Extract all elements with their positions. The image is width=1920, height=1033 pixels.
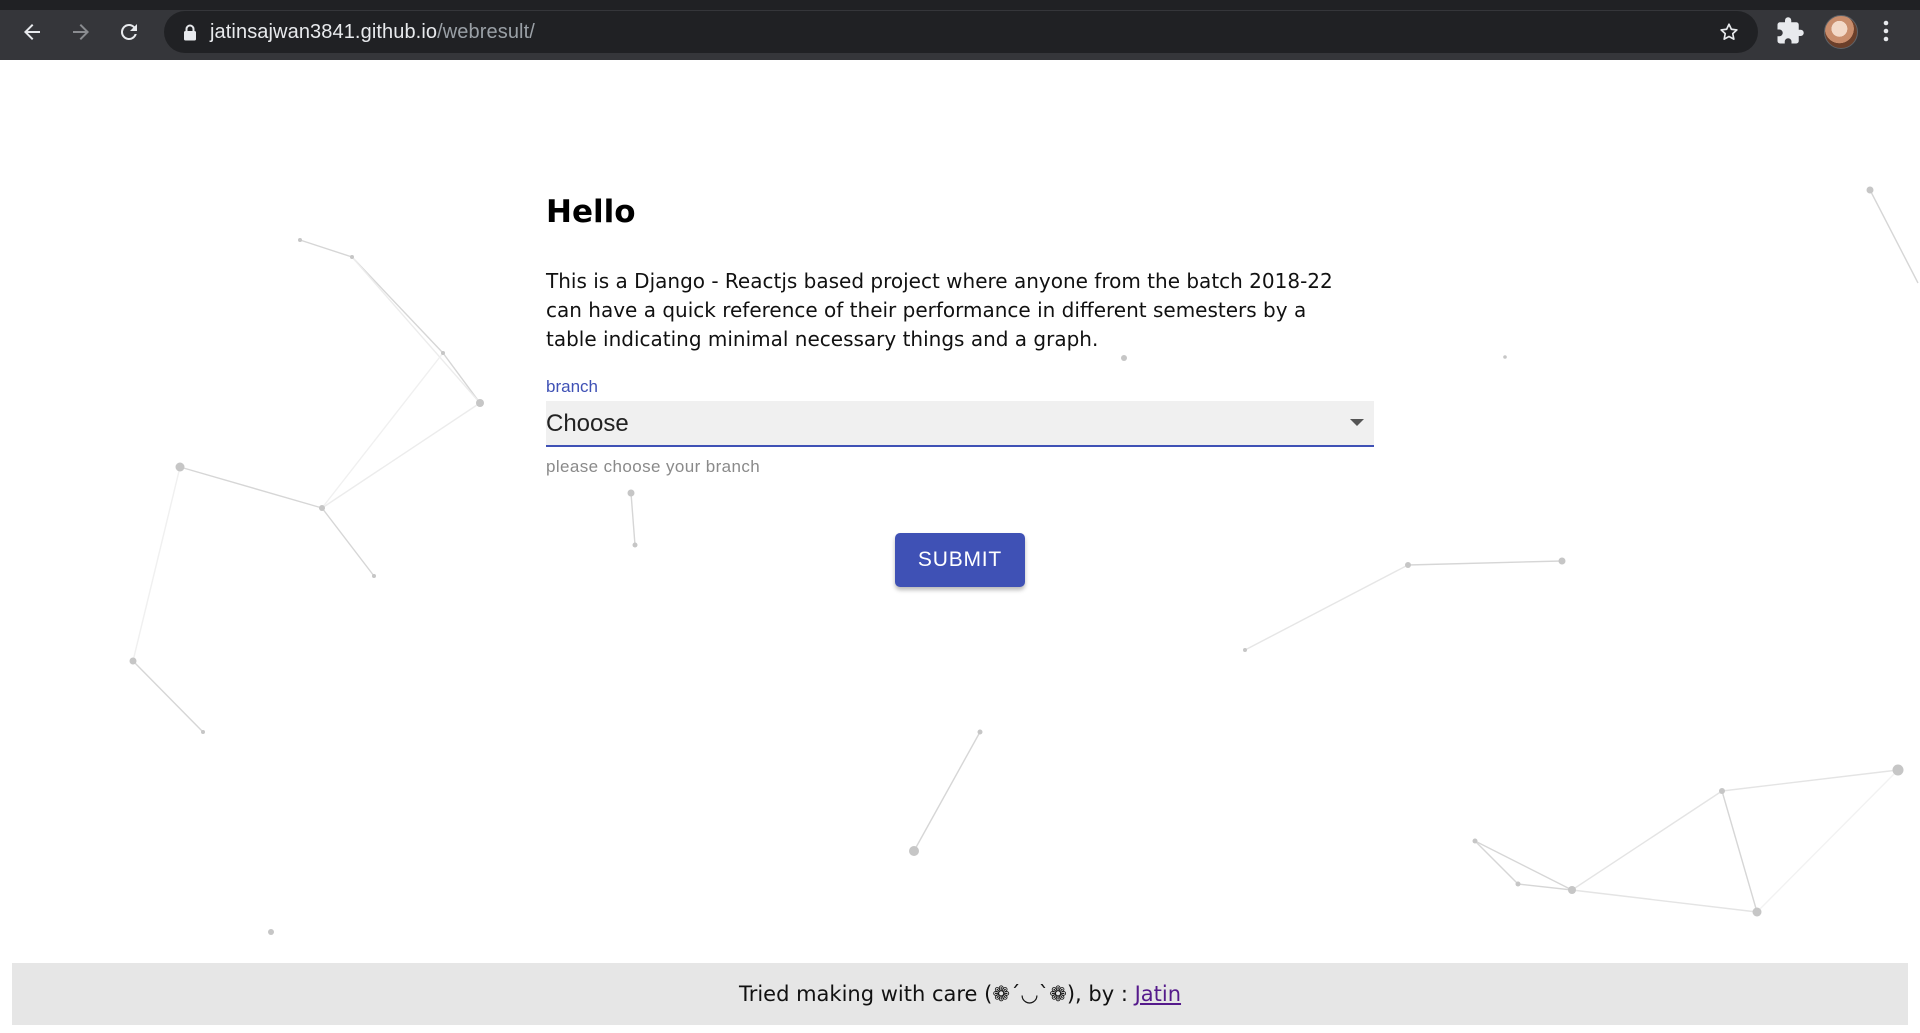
- branch-select-value: Choose: [546, 410, 629, 437]
- reload-icon: [120, 23, 137, 40]
- lock-icon[interactable]: [180, 22, 200, 42]
- dropdown-caret-icon: [1350, 419, 1364, 426]
- back-button[interactable]: [14, 14, 50, 50]
- address-bar[interactable]: jatinsajwan3841.github.io/webresult/: [164, 11, 1758, 53]
- forward-button[interactable]: [63, 14, 99, 50]
- url-text: jatinsajwan3841.github.io/webresult/: [210, 21, 535, 44]
- extensions-icon[interactable]: [1775, 16, 1805, 46]
- footer: Tried making with care (❁´◡`❁), by : Jat…: [12, 963, 1908, 1025]
- submit-button[interactable]: SUBMIT: [895, 533, 1025, 587]
- page-viewport: Hello This is a Django - Reactjs based p…: [0, 60, 1920, 1033]
- url-host: jatinsajwan3841.github.io: [210, 20, 438, 43]
- project-description: This is a Django - Reactjs based project…: [546, 269, 1333, 351]
- branch-select[interactable]: Choose: [546, 401, 1374, 447]
- tab-strip: [0, 0, 1920, 10]
- profile-avatar[interactable]: [1824, 15, 1858, 49]
- footer-text: Tried making with care (❁´◡`❁), by :: [738, 982, 1135, 1006]
- forward-icon: [73, 24, 89, 40]
- back-icon: [24, 24, 40, 40]
- author-link[interactable]: Jatin: [1135, 982, 1181, 1006]
- branch-helper-text: please choose your branch: [546, 457, 761, 476]
- page-title: Hello: [546, 194, 636, 230]
- url-path: /webresult/: [437, 20, 535, 43]
- star-icon[interactable]: [1718, 21, 1740, 43]
- reload-button[interactable]: [111, 14, 147, 50]
- branch-label: branch: [546, 377, 598, 396]
- browser-toolbar: jatinsajwan3841.github.io/webresult/: [0, 0, 1920, 60]
- kebab-menu-icon[interactable]: [1876, 16, 1896, 46]
